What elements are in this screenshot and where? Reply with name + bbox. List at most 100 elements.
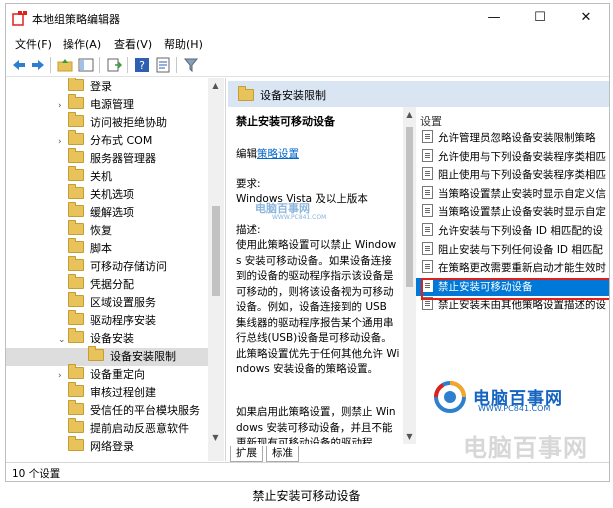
folder-icon <box>68 130 84 145</box>
chevron-right-icon[interactable]: › <box>58 367 68 385</box>
folder-icon <box>68 418 84 433</box>
tree-item[interactable]: 关机 <box>6 166 208 186</box>
folder-icon <box>68 220 84 235</box>
setting-label: 当策略设置禁止安装时显示自定义信 <box>438 187 606 200</box>
description-body-continued: 如果启用此策略设置，则禁止 Windows 安装可移动设备，并且不能更新现有可移… <box>236 406 396 444</box>
setting-row[interactable]: 允许使用与下列设备安装程序类相匹 <box>416 148 609 166</box>
highlight-box <box>421 278 609 300</box>
chevron-right-icon[interactable]: › <box>58 133 68 151</box>
setting-row[interactable]: 当策略设置禁止设备安装时显示自定 <box>416 203 609 221</box>
tree-item-label: 缓解选项 <box>90 206 134 219</box>
tree-item[interactable]: 受信任的平台模块服务 <box>6 400 208 420</box>
tree-item[interactable]: › 设备重定向 <box>6 364 208 385</box>
setting-row[interactable]: 阻止安装与下列任何设备 ID 相匹配 <box>416 241 609 259</box>
right-pane-title: 设备安装限制 <box>260 89 326 102</box>
folder-icon <box>68 202 84 217</box>
description-scrollbar[interactable]: ▲ ▼ <box>403 107 416 444</box>
tree-item[interactable]: 可移动存储访问 <box>6 256 208 276</box>
tree-item-label: 设备安装限制 <box>110 350 176 363</box>
tree-item[interactable]: 登录 <box>6 78 208 96</box>
folder-icon <box>68 292 84 307</box>
tree-scrollbar[interactable]: ▲ ▼ <box>208 78 224 461</box>
description-scroll-thumb[interactable] <box>406 127 413 287</box>
setting-row[interactable]: 允许安装与下列设备 ID 相匹配的设 <box>416 222 609 240</box>
watermark-faint-brand: 电脑百事网 <box>463 434 588 462</box>
tree-item[interactable]: 访问被拒绝协助 <box>6 112 208 132</box>
requirements-label: 要求: <box>236 178 261 190</box>
tree-item-label: 登录 <box>90 80 112 93</box>
scroll-up-arrow-icon[interactable]: ▲ <box>208 78 223 93</box>
folder-icon <box>68 310 84 325</box>
properties-icon[interactable] <box>155 57 171 73</box>
policy-setting-icon <box>422 260 433 274</box>
tree-item[interactable]: 关机选项 <box>6 184 208 204</box>
policy-title: 禁止安装可移动设备 <box>236 115 335 128</box>
tab-standard[interactable]: 标准 <box>266 446 299 462</box>
tree-item-label: 提前启动反恶意软件 <box>90 422 189 435</box>
tree-item[interactable]: ⌄ 设备安装 <box>6 328 208 349</box>
description-body: 使用此策略设置可以禁止 Windows 安装可移动设备。如果设备连接到的设备的驱… <box>236 239 400 375</box>
edit-line: 编辑策略设置 <box>236 147 299 163</box>
tree-item[interactable]: 区域设置服务 <box>6 292 208 312</box>
tree-item[interactable]: 缓解选项 <box>6 202 208 222</box>
setting-row[interactable]: 在策略更改需要重新启动才能生效时 <box>416 259 609 277</box>
export-list-icon[interactable] <box>106 57 122 73</box>
tree-item[interactable]: 脚本 <box>6 238 208 258</box>
policy-description-panel: 禁止安装可移动设备 编辑策略设置 要求: Windows Vista 及以上版本… <box>228 107 403 444</box>
chevron-down-icon[interactable]: ⌄ <box>58 331 68 349</box>
tree-item[interactable]: › 分布式 COM <box>6 130 208 151</box>
close-button[interactable]: ✕ <box>563 4 609 32</box>
tree-item[interactable]: › 电源管理 <box>6 94 208 115</box>
menu-view[interactable]: 查看(V) <box>114 36 152 52</box>
setting-label: 禁止安装未由其他策略设置描述的设 <box>438 299 606 312</box>
tree-item-label: 驱动程序安装 <box>90 314 156 327</box>
chevron-right-icon[interactable]: › <box>58 97 68 115</box>
scroll-down-arrow-icon[interactable]: ▼ <box>208 430 223 445</box>
show-hide-tree-icon[interactable] <box>78 57 94 73</box>
tree-item[interactable]: 审核过程创建 <box>6 382 208 402</box>
scroll-up-arrow-icon[interactable]: ▲ <box>402 107 417 122</box>
toolbar-separator <box>99 57 100 73</box>
title-bar[interactable]: 本地组策略编辑器 — ☐ ✕ <box>6 4 609 32</box>
edit-prefix: 编辑 <box>236 148 257 160</box>
back-arrow-icon[interactable] <box>11 57 27 73</box>
setting-row[interactable]: 允许管理员忽略设备安装限制策略 <box>416 129 609 147</box>
policy-setting-icon <box>422 130 433 143</box>
folder-icon <box>68 112 84 127</box>
window-title: 本地组策略编辑器 <box>32 13 120 26</box>
minimize-button[interactable]: — <box>471 4 517 32</box>
tree-scroll-thumb[interactable] <box>212 206 220 296</box>
tab-extended[interactable]: 扩展 <box>230 446 263 462</box>
policy-setting-icon <box>422 185 433 199</box>
tree-item[interactable]: 网络登录 <box>6 436 208 456</box>
tree-item[interactable]: 凭据分配 <box>6 274 208 294</box>
tree-item[interactable]: 设备安装限制 <box>6 346 208 366</box>
tree-item[interactable]: 恢复 <box>6 220 208 240</box>
right-pane-header: 设备安装限制 <box>228 81 609 107</box>
tree-item-label: 电源管理 <box>90 98 134 111</box>
setting-row[interactable]: 阻止使用与下列设备安装程序类相匹 <box>416 166 609 184</box>
folder-icon <box>68 382 84 397</box>
status-bar: 10 个设置 <box>6 462 609 481</box>
tree-item[interactable]: 提前启动反恶意软件 <box>6 418 208 438</box>
tree-item-label: 设备重定向 <box>90 368 145 381</box>
policy-tree[interactable]: 登录 › 电源管理 访问被拒绝协助 › 分布式 COM 服务器管理器 关机 关机选项缓解选项 恢复… <box>6 78 226 461</box>
help-icon[interactable]: ? <box>134 57 150 73</box>
watermark-url: WWW.PC841.COM <box>478 404 551 413</box>
menu-file[interactable]: 文件(F) <box>15 36 52 52</box>
folder-up-icon[interactable] <box>57 57 73 73</box>
tree-item[interactable]: 驱动程序安装 <box>6 310 208 330</box>
svg-text:?: ? <box>139 59 145 72</box>
tree-item[interactable]: 服务器管理器 <box>6 148 208 168</box>
setting-label: 在策略更改需要重新启动才能生效时 <box>438 262 606 275</box>
menu-help[interactable]: 帮助(H) <box>164 36 203 52</box>
scroll-down-arrow-icon[interactable]: ▼ <box>402 429 417 444</box>
setting-row[interactable]: 当策略设置禁止安装时显示自定义信 <box>416 185 609 203</box>
filter-icon[interactable] <box>183 57 199 73</box>
maximize-button[interactable]: ☐ <box>517 4 563 32</box>
policy-setting-icon <box>422 167 433 181</box>
settings-column-header[interactable]: 设置 <box>420 113 442 129</box>
forward-arrow-icon[interactable] <box>30 57 46 73</box>
edit-policy-link[interactable]: 策略设置 <box>257 148 299 160</box>
menu-action[interactable]: 操作(A) <box>63 36 101 52</box>
